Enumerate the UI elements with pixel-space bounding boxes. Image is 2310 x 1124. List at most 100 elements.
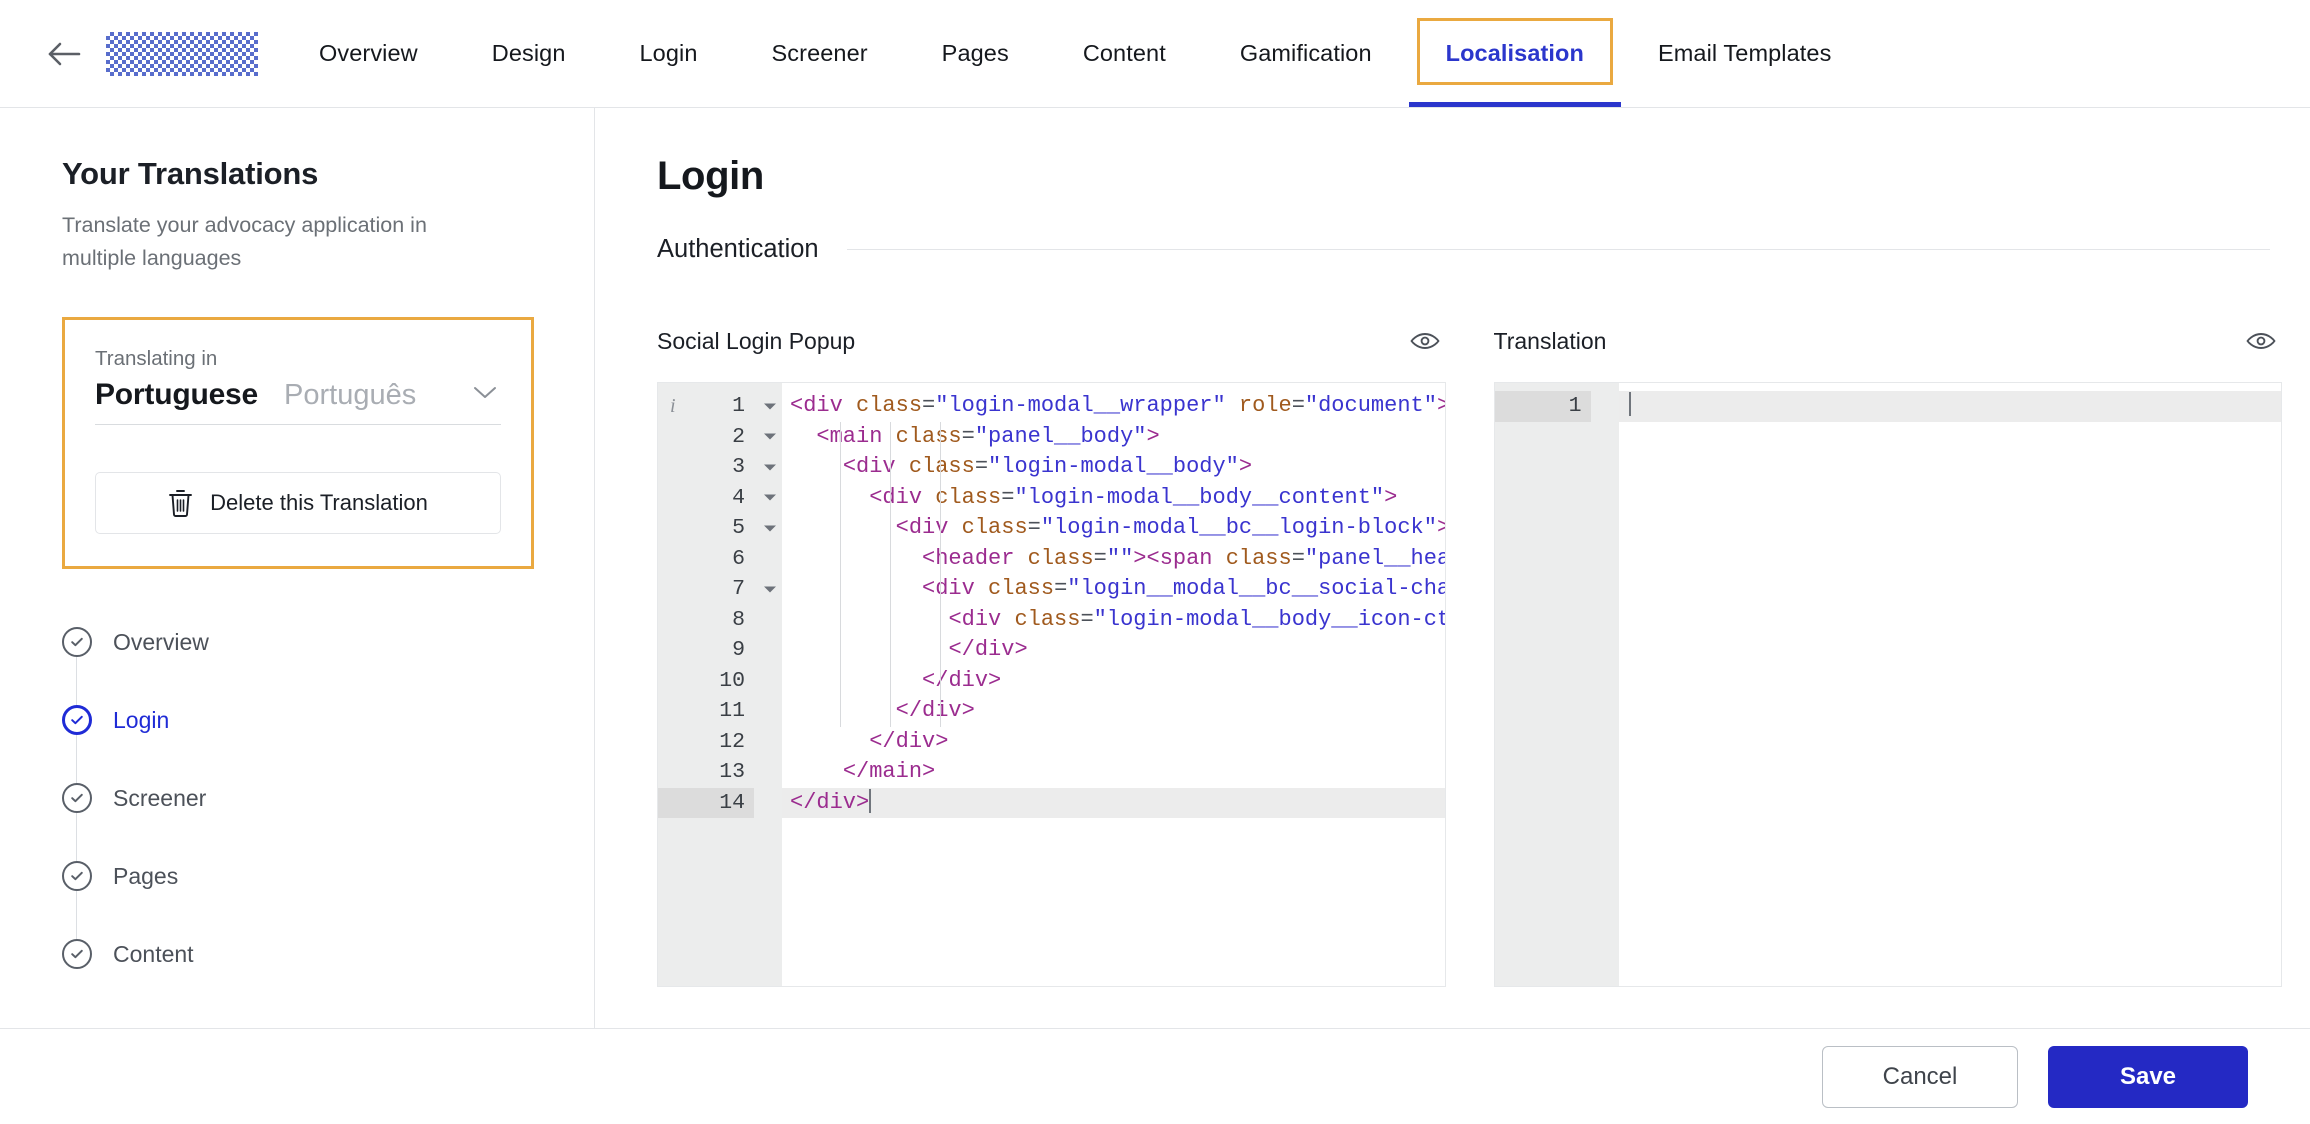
source-editor-label: Social Login Popup (657, 327, 856, 354)
translation-gutter-pad (1590, 383, 1619, 986)
eye-icon[interactable] (1410, 331, 1440, 351)
sidebar-step-label: Screener (113, 784, 207, 811)
source-code-line: <main class="panel__body"> (816, 423, 1160, 449)
source-line-number: 12 (719, 729, 745, 754)
translation-code-area[interactable] (1618, 383, 2281, 986)
primary-tabs: Overview Design Login Screener Pages Content G… (282, 0, 1868, 107)
translating-in-card: Translating in Portuguese Português Dele… (62, 317, 534, 570)
indent-guide (890, 421, 891, 727)
delete-translation-label: Delete this Translation (210, 490, 428, 516)
source-line-number: 6 (732, 546, 745, 571)
tab-pages[interactable]: Pages (905, 0, 1046, 107)
sidebar-title: Your Translations (62, 156, 319, 191)
fold-arrow-icon[interactable] (763, 513, 777, 544)
source-code-line: </main> (842, 759, 936, 784)
tab-overview[interactable]: Overview (282, 0, 455, 107)
save-button[interactable]: Save (2048, 1045, 2248, 1108)
source-line-number: 14 (658, 787, 754, 818)
info-marker-icon[interactable]: i (670, 391, 676, 422)
tab-label: Gamification (1239, 40, 1372, 66)
source-code-area[interactable]: <div class="login-modal__wrapper" role="… (782, 383, 1445, 986)
check-circle-icon (62, 861, 92, 892)
source-code-line: <div class="login-modal__body"> (842, 454, 1253, 479)
tab-screener[interactable]: Screener (735, 0, 905, 107)
sidebar-step-overview[interactable]: Overview (62, 613, 534, 671)
tab-label: Login (639, 40, 698, 66)
sidebar-step-label: Login (113, 706, 170, 733)
language-select[interactable]: Portuguese Português (95, 378, 501, 426)
check-circle-icon (62, 627, 92, 658)
back-arrow-icon[interactable] (46, 35, 84, 73)
translation-editor-header: Translation (1494, 324, 2283, 358)
tab-label: Content (1082, 40, 1166, 66)
tab-label: Screener (771, 40, 868, 66)
check-circle-icon (62, 783, 92, 814)
source-code-line: <div class="login-modal__bc__login-block… (895, 515, 1445, 540)
tab-gamification[interactable]: Gamification (1203, 0, 1409, 107)
source-line-number: 11 (719, 699, 745, 724)
translation-gutter: 1 (1494, 383, 1591, 986)
translations-sidebar: Your Translations Translate your advocac… (0, 108, 595, 1124)
sidebar-step-pages[interactable]: Pages (62, 847, 534, 905)
translation-code-line (1618, 391, 2281, 422)
page-body: Your Translations Translate your advocac… (0, 108, 2310, 1124)
page-title: Login (657, 154, 764, 198)
source-line-number: 2 (658, 422, 776, 453)
source-line-number: 10 (719, 668, 745, 693)
sidebar-step-label: Pages (113, 862, 179, 889)
chevron-down-icon (473, 383, 497, 406)
tab-active-underline (1408, 102, 1621, 107)
source-editor-header: Social Login Popup (657, 324, 1446, 358)
source-gutter: 1 i 2 3 4 5 6 7 8 9 10 11 12 13 14 (658, 383, 776, 986)
fold-arrow-icon[interactable] (763, 574, 777, 605)
source-code-line: <div class="login__modal__bc__social-cha (922, 576, 1445, 601)
editor-pair: Social Login Popup 1 i 2 3 4 5 6 7 8 9 10 11 12 13 14 … (657, 324, 2310, 987)
app-root: Overview Design Login Screener Pages Content G… (0, 0, 2310, 1124)
source-line-number: 7 (658, 574, 776, 605)
delete-translation-button[interactable]: Delete this Translation (95, 472, 501, 535)
tab-label: Overview (319, 40, 418, 66)
translation-editor-label: Translation (1493, 327, 1607, 354)
language-name: Portuguese (95, 378, 259, 412)
tab-email-templates[interactable]: Email Templates (1621, 0, 1868, 107)
cancel-button[interactable]: Cancel (1822, 1045, 2018, 1108)
tab-localisation[interactable]: Localisation (1408, 0, 1621, 107)
translating-in-label: Translating in (95, 347, 218, 371)
source-line-number: 3 (658, 452, 776, 483)
fold-arrow-icon[interactable] (763, 391, 777, 422)
tab-content[interactable]: Content (1046, 0, 1203, 107)
eye-icon[interactable] (2246, 331, 2276, 351)
indent-guide (940, 421, 941, 727)
tab-design[interactable]: Design (455, 0, 603, 107)
source-code-line: <div class="login-modal__body__icon-ct (948, 606, 1445, 632)
sidebar-step-screener[interactable]: Screener (62, 769, 534, 827)
source-code-line: </div> (948, 637, 1028, 662)
text-cursor (869, 788, 872, 813)
fold-arrow-icon[interactable] (763, 483, 777, 514)
sidebar-step-content[interactable]: Content (62, 925, 534, 983)
sidebar-step-login[interactable]: Login (62, 691, 534, 749)
source-editor-column: Social Login Popup 1 i 2 3 4 5 6 7 8 9 10 11 12 13 14 … (657, 324, 1446, 987)
source-code-line: </div> (922, 667, 1002, 693)
source-code-line: </div> (782, 787, 1445, 818)
section-header: Authentication (657, 235, 2310, 264)
source-code-editor[interactable]: 1 i 2 3 4 5 6 7 8 9 10 11 12 13 14 <div class="login-m… (657, 382, 1446, 987)
tab-login[interactable]: Login (603, 0, 735, 107)
translation-editor-column: Translation 1 (1493, 324, 2283, 987)
translation-code-editor[interactable]: 1 (1493, 382, 2282, 987)
check-circle-icon (62, 939, 92, 970)
check-circle-icon (62, 705, 92, 736)
fold-arrow-icon[interactable] (763, 422, 777, 453)
tab-label: Email Templates (1657, 40, 1832, 66)
source-line-number: 9 (732, 638, 745, 663)
action-bar: Cancel Save (0, 1028, 2310, 1124)
tab-label: Design (491, 40, 566, 66)
source-line-number: 4 (658, 483, 776, 514)
source-code-line: <div class="login-modal__body__content"> (869, 484, 1398, 510)
source-code-line: <div class="login-modal__wrapper" role="… (790, 393, 1445, 418)
fold-arrow-icon[interactable] (763, 452, 777, 483)
language-native-name: Português (284, 379, 417, 412)
tab-label: Pages (941, 40, 1009, 66)
indent-guide (840, 421, 841, 727)
text-cursor (1628, 392, 1631, 416)
